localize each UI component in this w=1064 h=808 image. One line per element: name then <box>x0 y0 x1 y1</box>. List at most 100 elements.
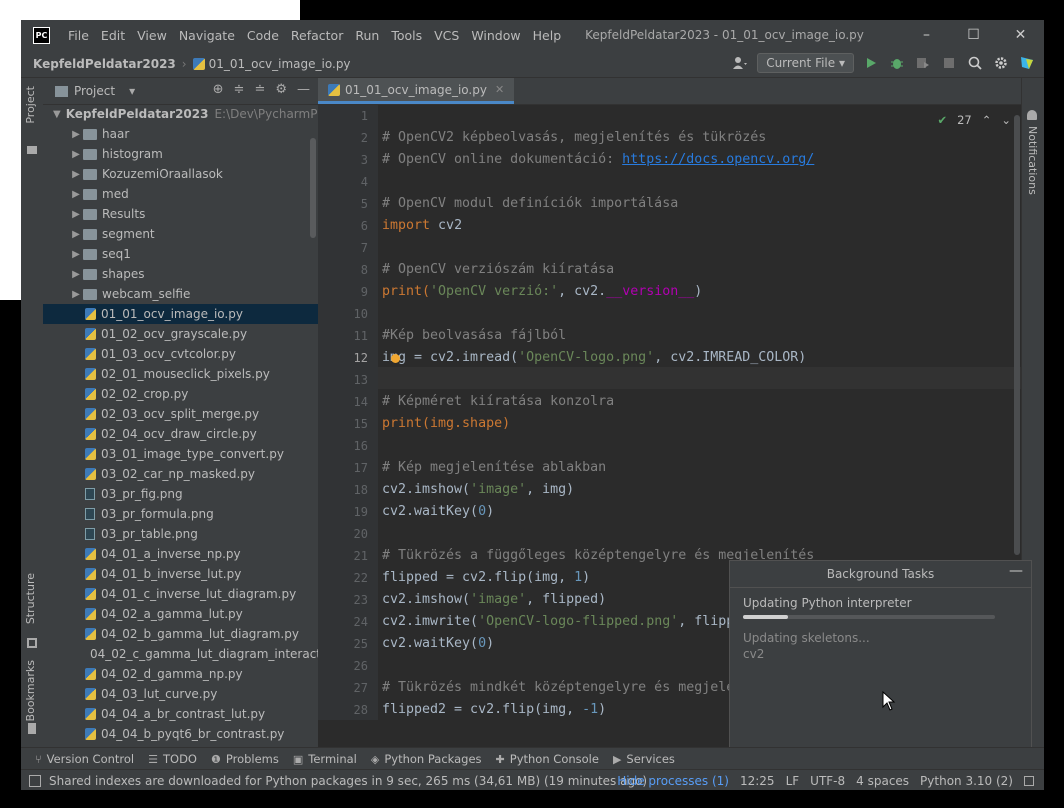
tree-file[interactable]: 04_01_a_inverse_np.py <box>43 544 318 564</box>
tree-file[interactable]: 02_01_mouseclick_pixels.py <box>43 364 318 384</box>
menu-code[interactable]: Code <box>241 28 285 43</box>
user-icon[interactable] <box>731 54 749 72</box>
stop-icon[interactable] <box>940 54 958 72</box>
file-encoding[interactable]: UTF-8 <box>810 774 845 788</box>
gear-icon[interactable]: ⚙ <box>275 82 287 97</box>
breadcrumb-project[interactable]: KepfeldPeldatar2023 <box>33 57 176 71</box>
code-link[interactable]: https://docs.opencv.org/ <box>622 152 814 167</box>
menu-refactor[interactable]: Refactor <box>285 28 349 43</box>
tree-file[interactable]: 03_pr_formula.png <box>43 504 318 524</box>
menu-vcs[interactable]: VCS <box>428 28 465 43</box>
tree-folder[interactable]: ▶ KozuzemiOraallasok <box>43 164 318 184</box>
tree-folder[interactable]: ▶ Results <box>43 204 318 224</box>
tree-file[interactable]: 04_02_b_gamma_lut_diagram.py <box>43 624 318 644</box>
status-message[interactable]: Shared indexes are downloaded for Python… <box>49 774 647 788</box>
chevron-down-icon[interactable]: ▾ <box>129 84 135 98</box>
locate-file-icon[interactable]: ⊕ <box>213 82 224 97</box>
tree-file[interactable]: 04_04_a_br_contrast_lut.py <box>43 704 318 724</box>
tree-file[interactable]: 02_02_crop.py <box>43 384 318 404</box>
tool-python-console[interactable]: ✚ Python Console <box>496 752 599 766</box>
intention-bulb-icon[interactable] <box>391 354 400 363</box>
chevron-right-icon[interactable]: ▶ <box>69 129 83 140</box>
close-icon[interactable]: ✕ <box>495 83 504 96</box>
notifications-tool-button[interactable]: Notifications <box>1026 126 1039 195</box>
tree-folder[interactable]: ▶ seq1 <box>43 244 318 264</box>
settings-icon[interactable] <box>992 54 1010 72</box>
minimize-button[interactable]: – <box>903 20 950 50</box>
chevron-up-icon[interactable]: ⌃ <box>982 113 992 127</box>
tree-folder[interactable]: ▶ shapes <box>43 264 318 284</box>
menu-help[interactable]: Help <box>527 28 568 43</box>
tool-problems[interactable]: ❶ Problems <box>211 752 279 766</box>
caret-position[interactable]: 12:25 <box>740 774 775 788</box>
tree-file[interactable]: 04_03_lut_curve.py <box>43 684 318 704</box>
tool-python-packages[interactable]: ◈ Python Packages <box>371 752 482 766</box>
menu-view[interactable]: View <box>131 28 173 43</box>
coverage-icon[interactable] <box>914 54 932 72</box>
tree-folder[interactable]: ▶ haar <box>43 124 318 144</box>
pycharm-logo-icon[interactable]: PC <box>33 26 50 44</box>
bookmarks-tool-button[interactable]: Bookmarks <box>24 660 37 721</box>
chevron-right-icon[interactable]: ▶ <box>69 229 83 240</box>
menu-window[interactable]: Window <box>465 28 526 43</box>
expand-all-icon[interactable]: ≑ <box>234 82 245 97</box>
chevron-right-icon[interactable]: ▶ <box>69 269 83 280</box>
lock-icon[interactable] <box>1024 775 1034 786</box>
chevron-down-icon[interactable]: ⌄ <box>1001 113 1011 127</box>
tree-file[interactable]: 01_02_ocv_grayscale.py <box>43 324 318 344</box>
tree-root[interactable]: ▼ KepfeldPeldatar2023 E:\Dev\PycharmProj… <box>43 104 318 124</box>
hide-processes-link[interactable]: Hide processes (1) <box>617 774 729 788</box>
project-tool-button[interactable]: Project <box>24 86 37 124</box>
close-window-button[interactable]: ✕ <box>997 20 1044 50</box>
menu-edit[interactable]: Edit <box>95 28 131 43</box>
tree-file-selected[interactable]: 01_01_ocv_image_io.py <box>43 304 318 324</box>
chevron-right-icon[interactable]: ▶ <box>69 249 83 260</box>
search-icon[interactable] <box>966 54 984 72</box>
chevron-right-icon[interactable]: ▶ <box>69 209 83 220</box>
minimize-popup-button[interactable]: — <box>1009 563 1023 579</box>
tree-file[interactable]: 02_03_ocv_split_merge.py <box>43 404 318 424</box>
chevron-right-icon[interactable]: ▶ <box>69 289 83 300</box>
tool-todo[interactable]: ☰ TODO <box>148 752 197 766</box>
project-scrollbar[interactable] <box>310 138 316 238</box>
tree-folder[interactable]: ▶ med <box>43 184 318 204</box>
editor-scrollbar[interactable] <box>1014 115 1020 555</box>
tool-services[interactable]: ▶ Services <box>613 752 675 766</box>
python-interpreter[interactable]: Python 3.10 (2) <box>920 774 1013 788</box>
debug-icon[interactable] <box>888 54 906 72</box>
tool-terminal[interactable]: ▣ Terminal <box>293 752 357 766</box>
line-separator[interactable]: LF <box>786 774 800 788</box>
breadcrumb-file[interactable]: 01_01_ocv_image_io.py <box>209 57 351 71</box>
run-configuration-select[interactable]: Current File ▾ <box>757 53 854 73</box>
tree-file[interactable]: 03_02_car_np_masked.py <box>43 464 318 484</box>
tree-file[interactable]: 03_pr_fig.png <box>43 484 318 504</box>
chevron-down-icon[interactable]: ▼ <box>53 109 61 120</box>
indent-setting[interactable]: 4 spaces <box>856 774 909 788</box>
tree-file[interactable]: 04_04_b_pyqt6_br_contrast.py <box>43 724 318 744</box>
collapse-all-icon[interactable]: ≐ <box>254 82 265 97</box>
hide-panel-icon[interactable]: — <box>297 82 310 97</box>
tree-file[interactable]: 03_01_image_type_convert.py <box>43 444 318 464</box>
tree-file[interactable]: 02_04_ocv_draw_circle.py <box>43 424 318 444</box>
editor-tab-active[interactable]: 01_01_ocv_image_io.py ✕ <box>318 78 515 104</box>
chevron-right-icon[interactable]: ▶ <box>69 149 83 160</box>
chevron-right-icon[interactable]: ▶ <box>69 189 83 200</box>
tree-file[interactable]: 04_01_c_inverse_lut_diagram.py <box>43 584 318 604</box>
tree-folder[interactable]: ▶ segment <box>43 224 318 244</box>
tree-file[interactable]: 03_pr_table.png <box>43 524 318 544</box>
tree-file[interactable]: 04_02_d_gamma_np.py <box>43 664 318 684</box>
tool-version-control[interactable]: ⑂ Version Control <box>35 752 134 766</box>
run-icon[interactable] <box>862 54 880 72</box>
chevron-right-icon[interactable]: ▶ <box>69 169 83 180</box>
toggle-tool-windows-icon[interactable] <box>29 774 41 787</box>
tree-folder[interactable]: ▶ histogram <box>43 144 318 164</box>
menu-tools[interactable]: Tools <box>385 28 428 43</box>
tree-file[interactable]: 04_02_c_gamma_lut_diagram_interactive <box>43 644 318 664</box>
menu-navigate[interactable]: Navigate <box>173 28 241 43</box>
structure-tool-button[interactable]: Structure <box>24 573 37 624</box>
tree-file[interactable]: 01_03_ocv_cvtcolor.py <box>43 344 318 364</box>
tree-folder[interactable]: ▶ webcam_selfie <box>43 284 318 304</box>
menu-file[interactable]: File <box>62 28 95 43</box>
project-view-select[interactable]: Project <box>74 84 115 98</box>
tree-file[interactable]: 04_02_a_gamma_lut.py <box>43 604 318 624</box>
